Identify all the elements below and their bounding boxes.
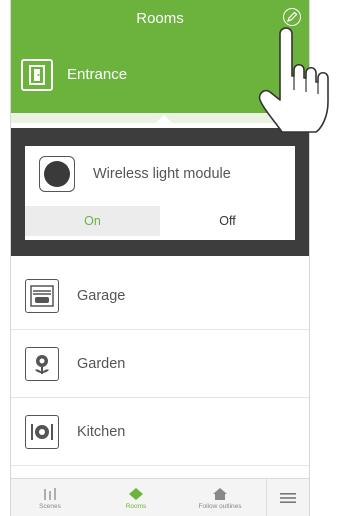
room-label: Garage: [77, 287, 126, 304]
device-name: Wireless light module: [93, 166, 231, 182]
pointer-arrow: [150, 115, 178, 129]
menu-button[interactable]: [266, 479, 309, 516]
off-button[interactable]: Off: [160, 206, 295, 236]
device-panel: Wireless light module On Off: [11, 128, 309, 256]
tab-follow-outlines[interactable]: Follow outlines: [189, 479, 251, 516]
room-label: Kitchen: [77, 423, 126, 440]
bottom-tab-bar: Scenes Rooms Follow outlines: [11, 478, 309, 516]
door-icon: [21, 58, 53, 91]
tap-hand-icon: [258, 27, 329, 133]
tab-label: Rooms: [125, 502, 147, 510]
tab-label: Scenes: [39, 502, 61, 510]
garage-icon: [25, 278, 59, 313]
on-button[interactable]: On: [25, 206, 160, 236]
room-label: Garden: [77, 355, 126, 372]
device-row[interactable]: Wireless light module: [25, 146, 295, 202]
tab-rooms[interactable]: Rooms: [109, 479, 163, 516]
on-off-toggle: On Off: [25, 206, 295, 236]
page-title: Rooms: [136, 9, 184, 27]
rooms-icon: [129, 487, 143, 500]
room-label: Entrance: [67, 66, 128, 83]
flower-icon: [25, 346, 59, 381]
tab-scenes[interactable]: Scenes: [25, 479, 75, 516]
hamburger-icon: [280, 493, 296, 503]
room-item-kitchen[interactable]: Kitchen: [11, 398, 309, 466]
house-icon: [213, 487, 227, 500]
kitchen-icon: [25, 414, 59, 449]
tab-label: Follow outlines: [198, 502, 242, 510]
scenes-icon: [44, 487, 56, 500]
light-module-icon: [39, 156, 75, 192]
room-item-garden[interactable]: Garden: [11, 330, 309, 398]
device-card: Wireless light module On Off: [25, 146, 295, 240]
room-item-garage[interactable]: Garage: [11, 262, 309, 330]
